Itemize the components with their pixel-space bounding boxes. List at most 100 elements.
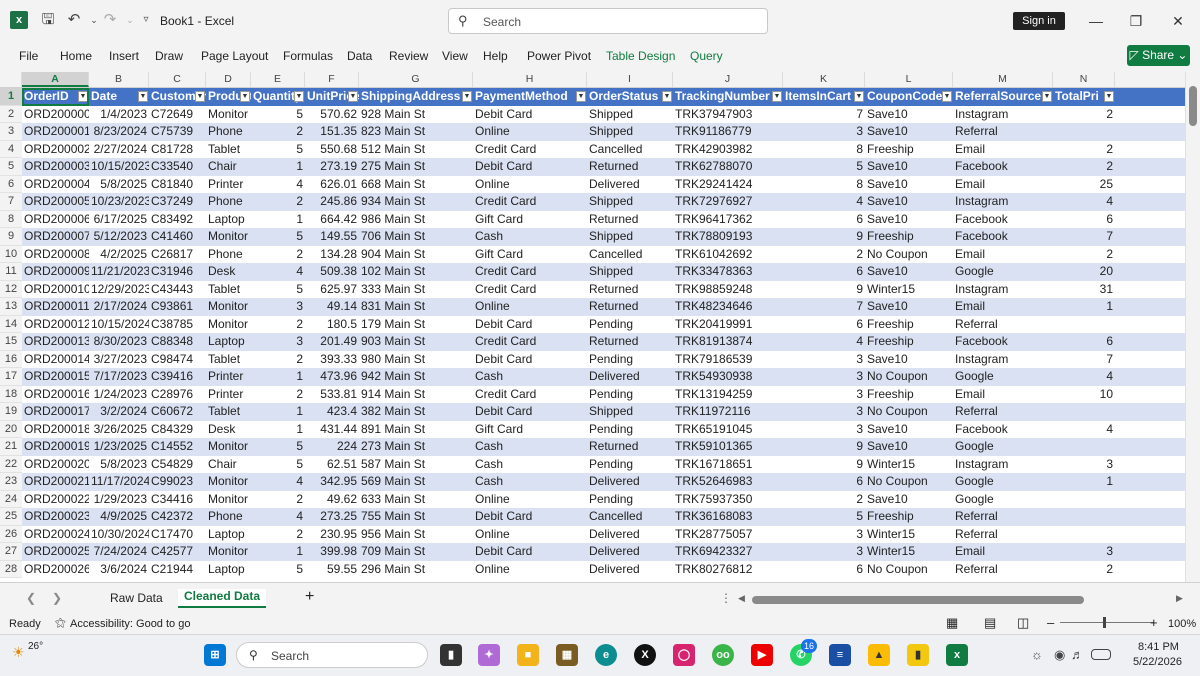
table-cell[interactable]: 6	[783, 263, 865, 281]
table-header-cell[interactable]: ItemsInCart ▼	[783, 88, 865, 106]
table-cell[interactable]: 928 Main St	[359, 106, 473, 124]
table-cell[interactable]: Online	[473, 526, 587, 544]
table-cell[interactable]: Chair	[206, 158, 251, 176]
table-cell[interactable]: 10/15/2023	[89, 158, 149, 176]
table-cell[interactable]: TRK11972116	[673, 403, 783, 421]
filter-dropdown-icon[interactable]: ▼	[1104, 91, 1114, 102]
table-cell[interactable]: 31	[1053, 281, 1115, 299]
table-cell[interactable]: C43443	[149, 281, 206, 299]
table-header-cell[interactable]: Date ▼	[89, 88, 149, 106]
table-cell[interactable]: C84329	[149, 421, 206, 439]
table-cell[interactable]: Debit Card	[473, 403, 587, 421]
table-cell[interactable]: C34416	[149, 491, 206, 509]
table-cell[interactable]: 626.01	[305, 176, 359, 194]
table-cell[interactable]: Shipped	[587, 228, 673, 246]
row-header[interactable]: 3	[0, 123, 22, 141]
table-cell[interactable]: 7	[1053, 228, 1115, 246]
table-cell[interactable]: Desk	[206, 421, 251, 439]
row-header[interactable]: 16	[0, 350, 22, 368]
table-cell[interactable]: 1	[251, 211, 305, 229]
table-cell[interactable]: Online	[473, 123, 587, 141]
table-cell[interactable]: 668 Main St	[359, 176, 473, 194]
table-cell[interactable]: No Coupon	[865, 246, 953, 264]
table-cell[interactable]: C28976	[149, 386, 206, 404]
table-cell[interactable]: C88348	[149, 333, 206, 351]
table-cell[interactable]: 473.96	[305, 368, 359, 386]
table-cell[interactable]: TRK54930938	[673, 368, 783, 386]
row-header[interactable]: 14	[0, 315, 22, 333]
table-cell[interactable]: 2	[251, 386, 305, 404]
table-header-cell[interactable]: TrackingNumber ▼	[673, 88, 783, 106]
table-cell[interactable]: Cash	[473, 473, 587, 491]
table-cell[interactable]: TRK79186539	[673, 351, 783, 369]
table-cell[interactable]: C72649	[149, 106, 206, 124]
table-cell[interactable]: 8	[783, 141, 865, 159]
table-cell[interactable]: C42577	[149, 543, 206, 561]
table-cell[interactable]: 3	[251, 298, 305, 316]
table-cell[interactable]: ORD200008	[22, 246, 89, 264]
table-cell[interactable]: TRK36168083	[673, 508, 783, 526]
table-cell[interactable]: Save10	[865, 351, 953, 369]
table-cell[interactable]: 587 Main St	[359, 456, 473, 474]
table-cell[interactable]: 509.38	[305, 263, 359, 281]
tab-help[interactable]: Help	[483, 49, 508, 63]
table-cell[interactable]: Monitor	[206, 316, 251, 334]
table-cell[interactable]: 4/9/2025	[89, 508, 149, 526]
table-cell[interactable]: 3/26/2025	[89, 421, 149, 439]
table-cell[interactable]: 986 Main St	[359, 211, 473, 229]
table-cell[interactable]: 2	[783, 246, 865, 264]
table-cell[interactable]: Monitor	[206, 106, 251, 124]
table-cell[interactable]: TRK91186779	[673, 123, 783, 141]
table-cell[interactable]: ORD200011	[22, 298, 89, 316]
table-cell[interactable]: 2	[251, 526, 305, 544]
table-cell[interactable]: Instagram	[953, 193, 1053, 211]
table-cell[interactable]: 550.68	[305, 141, 359, 159]
table-cell[interactable]: Cancelled	[587, 508, 673, 526]
table-cell[interactable]: ORD200005	[22, 193, 89, 211]
table-cell[interactable]: C60672	[149, 403, 206, 421]
table-cell[interactable]: 10	[1053, 386, 1115, 404]
table-cell[interactable]: 12/29/2023	[89, 281, 149, 299]
table-cell[interactable]: 823 Main St	[359, 123, 473, 141]
table-cell[interactable]: 10/23/2023	[89, 193, 149, 211]
table-cell[interactable]: Gift Card	[473, 246, 587, 264]
table-cell[interactable]: Email	[953, 246, 1053, 264]
table-cell[interactable]: Returned	[587, 298, 673, 316]
table-cell[interactable]: Winter15	[865, 543, 953, 561]
table-header-cell[interactable]: UnitPrice ▼	[305, 88, 359, 106]
table-cell[interactable]: 903 Main St	[359, 333, 473, 351]
weather-icon[interactable]: ☀	[12, 644, 25, 661]
table-cell[interactable]: ORD200019	[22, 438, 89, 456]
table-cell[interactable]: 25	[1053, 176, 1115, 194]
row-header[interactable]: 2	[0, 105, 22, 123]
row-header[interactable]: 27	[0, 543, 22, 561]
table-cell[interactable]: Monitor	[206, 473, 251, 491]
google-drive-icon[interactable]: ▲	[868, 644, 890, 666]
minimize-icon[interactable]: —	[1081, 10, 1111, 32]
table-cell[interactable]: ORD200020	[22, 456, 89, 474]
table-cell[interactable]: C17470	[149, 526, 206, 544]
table-header-cell[interactable]: ShippingAddress ▼	[359, 88, 473, 106]
network-icon[interactable]: ☼	[1031, 647, 1043, 662]
row-header[interactable]: 22	[0, 455, 22, 473]
sheet-tab-cleaned-data[interactable]: Cleaned Data	[178, 589, 267, 608]
table-cell[interactable]: C93861	[149, 298, 206, 316]
table-cell[interactable]: Referral	[953, 403, 1053, 421]
table-cell[interactable]: 49.14	[305, 298, 359, 316]
table-cell[interactable]: Cash	[473, 438, 587, 456]
table-cell[interactable]: TRK33478363	[673, 263, 783, 281]
table-cell[interactable]: 6	[1053, 333, 1115, 351]
table-cell[interactable]: 399.98	[305, 543, 359, 561]
table-cell[interactable]: 1/4/2023	[89, 106, 149, 124]
table-cell[interactable]: 10/30/2024	[89, 526, 149, 544]
table-cell[interactable]: TRK13194259	[673, 386, 783, 404]
table-cell[interactable]: ORD200026	[22, 561, 89, 579]
close-icon[interactable]: ✕	[1163, 10, 1193, 32]
table-cell[interactable]: C98474	[149, 351, 206, 369]
table-cell[interactable]: 625.97	[305, 281, 359, 299]
table-cell[interactable]: Returned	[587, 211, 673, 229]
row-header[interactable]: 5	[0, 158, 22, 176]
table-cell[interactable]: Returned	[587, 281, 673, 299]
row-header[interactable]: 18	[0, 385, 22, 403]
table-cell[interactable]	[1053, 526, 1115, 544]
